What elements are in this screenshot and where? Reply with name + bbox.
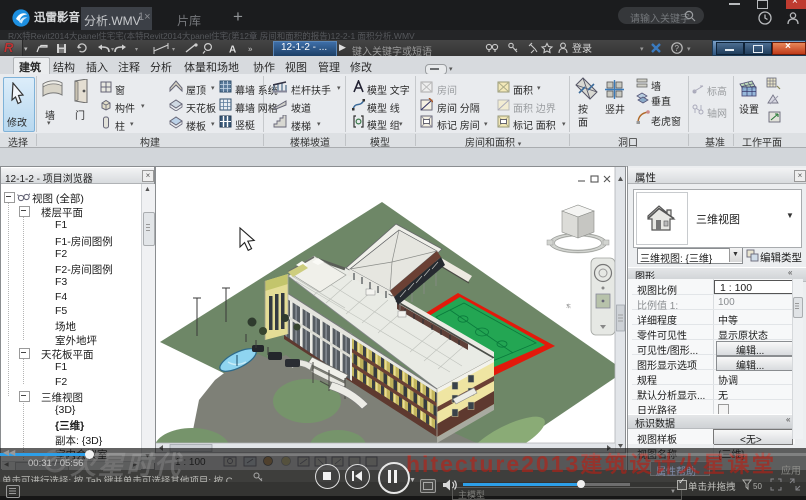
svg-text:▾: ▾	[172, 47, 175, 53]
svg-text:▾: ▾	[640, 46, 644, 53]
svg-text:»: »	[248, 45, 253, 54]
svg-text:登录: 登录	[572, 42, 592, 54]
svg-text:A: A	[229, 45, 236, 55]
svg-text:东: 东	[566, 303, 571, 311]
svg-text:?: ?	[675, 44, 680, 53]
svg-text:▾: ▾	[111, 47, 114, 53]
svg-text:▾: ▾	[687, 46, 691, 53]
svg-text:▾: ▾	[135, 47, 138, 53]
